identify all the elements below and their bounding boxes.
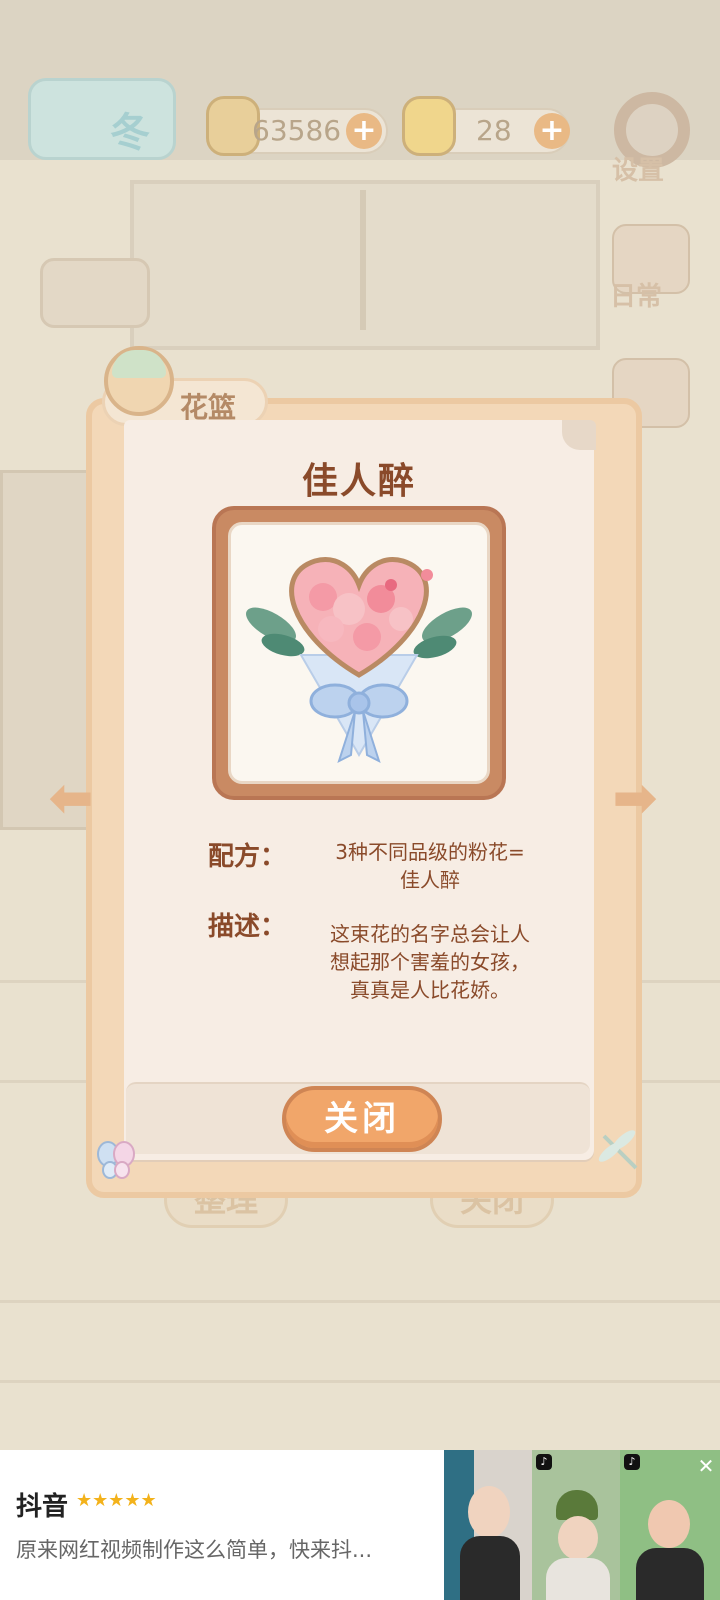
ad-rating-stars: ★★★★★ [76, 1490, 157, 1511]
person-face [648, 1500, 690, 1548]
ad-video-thumbnail[interactable]: ♪ [532, 1450, 620, 1600]
description-line: 想起那个害羞的女孩， [330, 950, 530, 974]
description-line: 这束花的名字总会让人 [330, 922, 530, 946]
recipe-label: 配方： [208, 842, 287, 872]
floor-line [0, 1380, 720, 1383]
person-body [546, 1558, 610, 1600]
description-label: 描述： [208, 912, 287, 942]
recipe-line: 佳人醉 [400, 868, 460, 892]
flower-image-area [228, 522, 490, 784]
close-button[interactable]: 关闭 [282, 1086, 442, 1152]
fish-currency-value: 63586 [252, 114, 342, 147]
person-body [636, 1548, 704, 1600]
cheese-icon [402, 96, 456, 156]
floor-line [0, 1300, 720, 1303]
previous-arrow-icon[interactable]: ⬅ [46, 770, 96, 826]
ad-app-name: 抖音 [16, 1492, 69, 1522]
settings-label: 设置 [612, 156, 665, 186]
butterfly-icon [97, 1141, 135, 1179]
description-text: 这束花的名字总会让人 想起那个害羞的女孩， 真真是人比花娇。 [306, 920, 554, 1004]
season-label: 冬 [110, 110, 150, 156]
dragonfly-icon [598, 1130, 638, 1170]
flower-name-title: 佳人醉 [301, 461, 416, 502]
ad-video-thumbnail[interactable]: ♪ [444, 1450, 532, 1600]
add-fish-button[interactable]: + [346, 113, 382, 149]
cheese-currency-value: 28 [476, 114, 512, 147]
recipe-line: 3种不同品级的粉花= [335, 840, 525, 864]
tiktok-icon: ♪ [624, 1454, 640, 1470]
person-body [460, 1536, 520, 1600]
daily-label: 日常 [610, 282, 663, 312]
heart-bouquet-icon [246, 557, 472, 763]
add-cheese-button[interactable]: + [534, 113, 570, 149]
video-reward-icon[interactable] [40, 258, 150, 328]
ad-description: 原来网红视频制作这么简单，快来抖... [16, 1538, 373, 1562]
next-arrow-icon[interactable]: ➡ [610, 770, 660, 826]
recipe-text: 3种不同品级的粉花= 佳人醉 [306, 838, 554, 894]
tiktok-icon: ♪ [536, 1454, 552, 1470]
ad-close-icon[interactable]: ✕ [696, 1456, 716, 1476]
person-face [558, 1516, 598, 1560]
shelf-divider [360, 190, 366, 330]
person-face [468, 1486, 510, 1538]
season-badge[interactable] [28, 78, 176, 160]
description-line: 真真是人比花娇。 [350, 978, 510, 1002]
